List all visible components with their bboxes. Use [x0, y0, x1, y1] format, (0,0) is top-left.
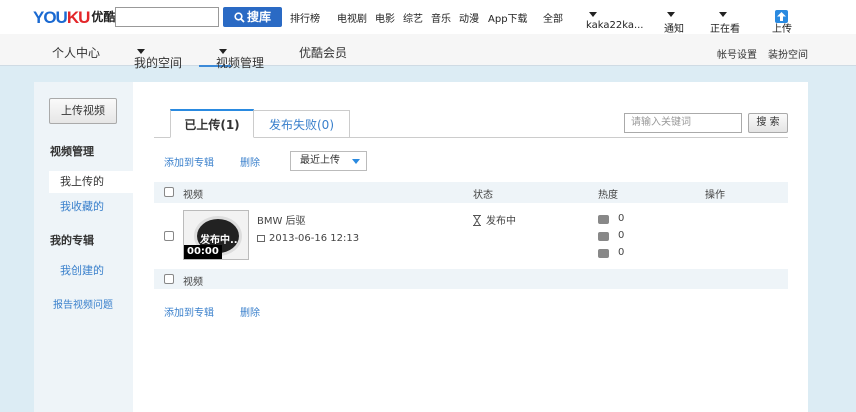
nav-app[interactable]: App下载 — [488, 10, 528, 25]
header-video: 视频 — [183, 190, 203, 201]
youku-logo[interactable]: YOUKU 优酷 — [33, 7, 115, 28]
header-status: 状态 — [473, 190, 493, 201]
subnav-my-space[interactable]: 我的空间 — [134, 44, 182, 70]
chevron-down-icon — [719, 12, 727, 17]
hourglass-icon — [473, 215, 481, 226]
share-count-icon — [598, 249, 609, 258]
lock-icon — [257, 235, 265, 242]
search-input[interactable] — [115, 7, 219, 27]
video-date: 2013-06-16 12:13 — [257, 233, 359, 244]
chevron-down-icon — [352, 159, 360, 164]
sidebar-item-report[interactable]: 报告视频问题 — [53, 296, 113, 311]
nav-tv[interactable]: 电视剧 — [337, 10, 367, 25]
top-bar: YOUKU 优酷 搜库 排行榜 电视剧 电影 综艺 音乐 动漫 App下载 全部 … — [0, 0, 856, 35]
upload-video-button[interactable]: 上传视频 — [49, 98, 117, 124]
upload-link[interactable]: 上传 — [772, 10, 792, 35]
footer-video: 视频 — [183, 277, 203, 288]
delete-link-bottom[interactable]: 删除 — [240, 304, 260, 319]
user-name: kaka22ka... — [586, 20, 644, 31]
search-button[interactable]: 搜库 — [223, 7, 282, 27]
notify-label: 通知 — [664, 24, 684, 35]
video-date-text: 2013-06-16 12:13 — [269, 233, 360, 244]
nav-all[interactable]: 全部 — [543, 10, 563, 25]
select-all-checkbox[interactable] — [164, 187, 174, 197]
sidebar: 上传视频 视频管理 我上传的 我收藏的 我的专辑 我创建的 报告视频问题 — [34, 82, 133, 412]
subnav-decorate-space[interactable]: 装扮空间 — [768, 46, 808, 61]
sort-dropdown[interactable]: 最近上传 — [290, 151, 367, 171]
watching-menu[interactable]: 正在看 — [710, 10, 740, 35]
chevron-down-icon — [667, 12, 675, 17]
delete-link[interactable]: 删除 — [240, 154, 260, 169]
sidebar-item-favorites[interactable]: 我收藏的 — [60, 198, 104, 214]
sidebar-item-uploaded[interactable]: 我上传的 — [49, 171, 133, 193]
subnav-my-space-label: 我的空间 — [134, 56, 183, 70]
keyword-input[interactable]: 请输入关键词 — [624, 113, 742, 133]
video-status: 发布中 — [472, 212, 516, 227]
content-panel: 上传视频 视频管理 我上传的 我收藏的 我的专辑 我创建的 报告视频问题 已上传… — [34, 82, 808, 412]
add-to-album-link[interactable]: 添加到专辑 — [164, 154, 214, 169]
nav-music[interactable]: 音乐 — [431, 10, 451, 25]
subnav-vip[interactable]: 优酷会员 — [299, 44, 347, 61]
video-title[interactable]: BMW 后驱 — [257, 212, 306, 227]
header-heat: 热度 — [598, 190, 618, 201]
search-icon — [234, 12, 245, 23]
notify-menu[interactable]: 通知 — [664, 10, 684, 35]
select-all-checkbox-bottom[interactable] — [164, 274, 174, 284]
nav-variety[interactable]: 综艺 — [403, 10, 423, 25]
comment-count-icon — [598, 232, 609, 241]
table-footer: 视频 — [154, 269, 788, 289]
sidebar-section-albums: 我的专辑 — [50, 234, 94, 247]
chevron-down-icon — [589, 12, 597, 17]
share-count: 0 — [618, 247, 625, 258]
sort-dropdown-value: 最近上传 — [300, 155, 340, 166]
thumbnail-status-label: 发布中.. — [200, 235, 238, 246]
sub-nav: 个人中心 我的空间 视频管理 优酷会员 帐号设置 装扮空间 — [0, 34, 856, 70]
play-count-icon — [598, 215, 609, 224]
row-checkbox[interactable] — [164, 231, 174, 241]
subnav-video-manage[interactable]: 视频管理 — [199, 44, 264, 70]
upload-icon — [775, 10, 788, 23]
video-duration: 00:00 — [184, 245, 222, 259]
video-thumbnail[interactable]: 发布中.. 00:00 — [183, 210, 249, 260]
add-to-album-link-bottom[interactable]: 添加到专辑 — [164, 304, 214, 319]
sidebar-item-created[interactable]: 我创建的 — [60, 262, 104, 278]
video-status-text: 发布中 — [486, 216, 516, 227]
comment-count: 0 — [618, 230, 625, 241]
header-actions: 操作 — [705, 190, 725, 201]
table-header: 视频 状态 热度 操作 — [154, 182, 788, 203]
tab-uploaded[interactable]: 已上传(1) — [170, 109, 254, 138]
search-button-label: 搜库 — [246, 10, 271, 24]
keyword-search-button[interactable]: 搜 索 — [748, 113, 788, 133]
play-count: 0 — [618, 213, 625, 224]
nav-movie[interactable]: 电影 — [375, 10, 395, 25]
user-menu[interactable]: kaka22ka... — [586, 10, 644, 31]
sidebar-section-video-manage: 视频管理 — [50, 145, 94, 158]
nav-anime[interactable]: 动漫 — [459, 10, 479, 25]
logo-text-ku: KU — [66, 8, 91, 27]
subnav-account-settings[interactable]: 帐号设置 — [717, 46, 757, 61]
logo-text-cn: 优酷 — [91, 10, 116, 24]
subnav-video-manage-label: 视频管理 — [216, 56, 265, 70]
logo-text: YOU — [33, 8, 68, 27]
watching-label: 正在看 — [710, 24, 740, 35]
tab-failed[interactable]: 发布失败(0) — [254, 110, 350, 138]
subnav-personal-center[interactable]: 个人中心 — [52, 44, 100, 61]
nav-ranking[interactable]: 排行榜 — [290, 10, 320, 25]
